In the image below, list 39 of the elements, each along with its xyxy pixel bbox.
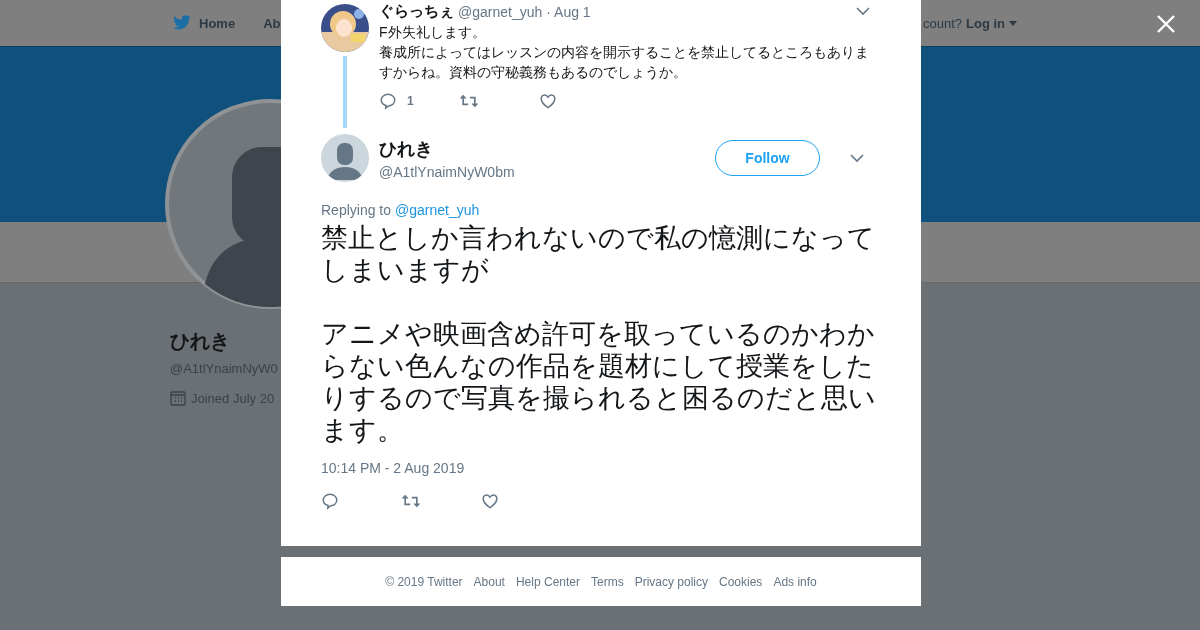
nav-link[interactable]: Ab: [263, 15, 281, 31]
tweet-text: 禁止としか言われないので私の憶測になってしまいますが: [321, 222, 876, 286]
author-name[interactable]: ひれき: [379, 136, 705, 161]
author-handle[interactable]: @A1tlYnaimNyW0bm: [379, 163, 705, 180]
tweet-text: アニメや映画含め許可を取っているのかわからない色んなの作品を題材にして授業をしたりするので写真を撮られると困るのだと思います。: [321, 318, 876, 446]
tweet-date[interactable]: · Aug 1: [546, 3, 591, 20]
footer-link[interactable]: Privacy policy: [634, 574, 708, 589]
avatar[interactable]: [321, 134, 369, 182]
chevron-down-icon[interactable]: [856, 7, 870, 16]
chevron-down-icon[interactable]: [850, 153, 864, 163]
mention-link[interactable]: @garnet_yuh: [394, 202, 480, 218]
footer-link[interactable]: Cookies: [719, 574, 763, 589]
footer-link[interactable]: About: [473, 574, 505, 589]
author-name[interactable]: ぐらっちぇ: [379, 2, 454, 21]
home-link[interactable]: Home: [199, 15, 236, 31]
author-handle[interactable]: @garnet_yuh: [458, 3, 543, 20]
footer-link[interactable]: Terms: [591, 574, 624, 589]
close-icon[interactable]: [1157, 15, 1175, 33]
caret-icon[interactable]: [1009, 21, 1018, 26]
copyright-text: © 2019 Twitter: [385, 574, 463, 589]
login-link[interactable]: Log in: [966, 16, 1006, 31]
heart-icon[interactable]: [539, 92, 557, 110]
bird-icon: [172, 15, 192, 31]
reply-icon[interactable]: [321, 492, 339, 510]
reply-count: 1: [407, 94, 414, 108]
tweet-text: F外失礼します。: [379, 23, 487, 42]
retweet-icon[interactable]: [459, 92, 479, 110]
calendar-icon: [170, 390, 186, 406]
footer-link[interactable]: Ads info: [773, 574, 817, 589]
profile-name: ひれき: [170, 329, 231, 354]
tweet-text: 養成所によってはレッスンの内容を開示することを禁止してるところもありますからね。資料の守秘義務もあるのでしょうか。: [379, 43, 870, 82]
replying-to-text: Replying to @garnet_yuh: [321, 202, 481, 218]
footer-link[interactable]: Help Center: [515, 574, 580, 589]
tweet-timestamp: 10:14 PM - 2 Aug 2019: [321, 460, 466, 476]
account-prompt: count?: [923, 16, 963, 31]
retweet-icon[interactable]: [401, 492, 421, 510]
follow-button[interactable]: Follow: [715, 140, 820, 176]
reply-icon[interactable]: [379, 92, 397, 110]
heart-icon[interactable]: [481, 492, 499, 510]
